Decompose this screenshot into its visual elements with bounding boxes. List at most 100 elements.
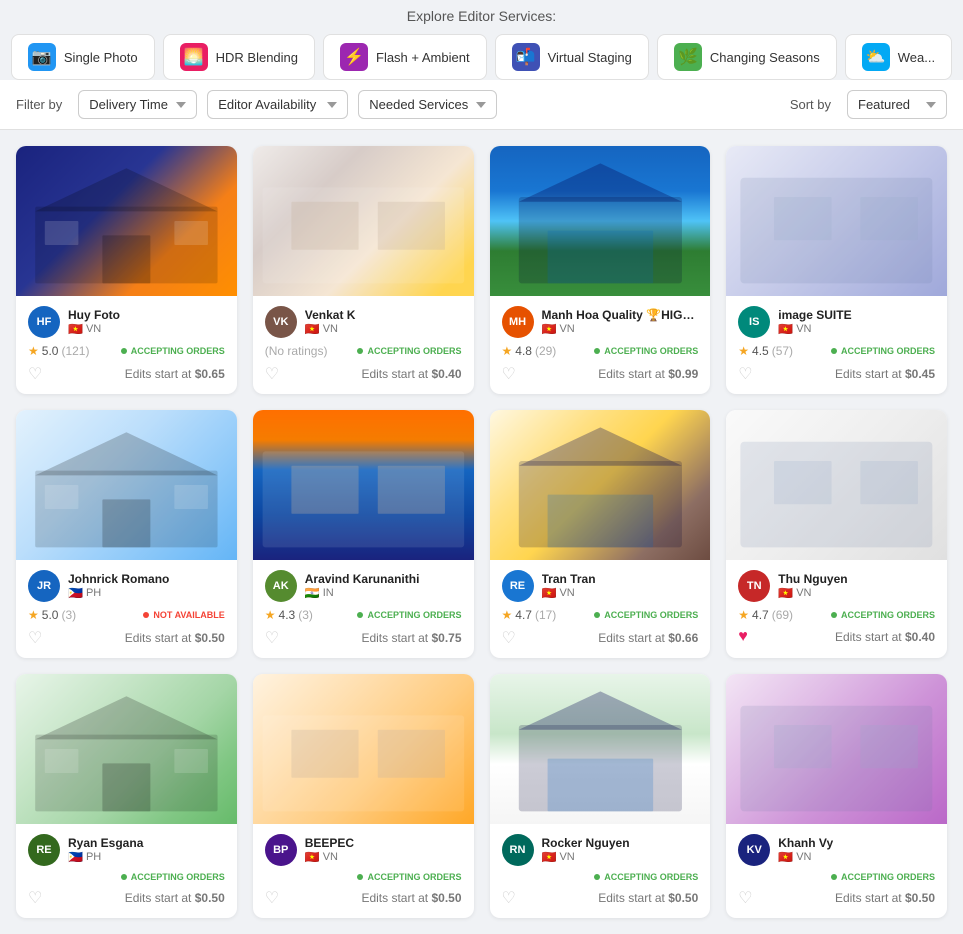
editor-availability-select[interactable]: Editor Availability Accepting Orders Not… <box>207 90 348 119</box>
like-button[interactable]: ♡ <box>265 364 279 384</box>
star-icon: ★ <box>28 608 39 622</box>
editor-country: 🇻🇳VN <box>305 850 462 864</box>
flag-icon: 🇻🇳 <box>778 850 793 864</box>
service-tab-hdr-blending[interactable]: 🌅HDR Blending <box>163 34 315 80</box>
like-button[interactable]: ♡ <box>28 628 42 648</box>
like-button[interactable]: ♡ <box>502 888 516 908</box>
editor-info-8: Thu Nguyen🇻🇳VN <box>778 572 935 600</box>
card-body-7: RETran Tran🇻🇳VN★4.7(17)ACCEPTING ORDERS♡… <box>490 560 711 658</box>
card-image-2 <box>253 146 474 296</box>
rating-value: 4.7 <box>515 608 532 622</box>
price-text: Edits start at $0.50 <box>125 891 225 905</box>
like-button[interactable]: ♡ <box>28 888 42 908</box>
star-icon: ★ <box>738 608 749 622</box>
star-icon: ★ <box>265 608 276 622</box>
price-amount: $0.40 <box>905 630 935 644</box>
like-button[interactable]: ♡ <box>265 628 279 648</box>
table-row[interactable]: BPBEEPEC🇻🇳VNACCEPTING ORDERS♡Edits start… <box>253 674 474 918</box>
like-button[interactable]: ♡ <box>502 628 516 648</box>
house-svg-9 <box>16 674 237 824</box>
table-row[interactable]: TNThu Nguyen🇻🇳VN★4.7(69)ACCEPTING ORDERS… <box>726 410 947 658</box>
like-button[interactable]: ♡ <box>28 364 42 384</box>
weather-icon: ⛅ <box>862 43 890 71</box>
table-row[interactable]: ISimage SUITE🇻🇳VN★4.5(57)ACCEPTING ORDER… <box>726 146 947 394</box>
house-svg-4 <box>726 146 947 296</box>
rating-value: 4.7 <box>752 608 769 622</box>
flag-icon: 🇻🇳 <box>305 322 320 336</box>
service-tab-virtual-staging[interactable]: 📬Virtual Staging <box>495 34 649 80</box>
house-svg-10 <box>253 674 474 824</box>
editor-info-9: Ryan Esgana🇵🇭PH <box>68 836 225 864</box>
rating-value: 4.3 <box>279 608 296 622</box>
table-row[interactable]: AKAravind Karunanithi🇮🇳IN★4.3(3)ACCEPTIN… <box>253 410 474 658</box>
weather-label: Wea... <box>898 50 935 65</box>
status-dot <box>831 612 837 618</box>
status-dot <box>357 348 363 354</box>
house-svg-7 <box>490 410 711 560</box>
review-count: (17) <box>535 608 556 622</box>
avatar: VK <box>265 306 297 338</box>
editor-row-8: TN Thu Nguyen🇻🇳VN <box>738 570 935 602</box>
needed-services-select[interactable]: Needed Services Single Photo HDR Blendin… <box>358 90 497 119</box>
like-button[interactable]: ♥ <box>738 628 748 646</box>
status-badge: ACCEPTING ORDERS <box>831 610 935 620</box>
editor-name: Khanh Vy <box>778 836 935 850</box>
status-badge: ACCEPTING ORDERS <box>357 610 461 620</box>
table-row[interactable]: RETran Tran🇻🇳VN★4.7(17)ACCEPTING ORDERS♡… <box>490 410 711 658</box>
editor-row-1: HFHuy Foto🇻🇳VN <box>28 306 225 338</box>
status-text: ACCEPTING ORDERS <box>367 346 461 356</box>
like-button[interactable]: ♡ <box>265 888 279 908</box>
editor-name: Venkat K <box>305 308 462 322</box>
price-amount: $0.66 <box>668 631 698 645</box>
table-row[interactable]: HFHuy Foto🇻🇳VN★5.0(121)ACCEPTING ORDERS♡… <box>16 146 237 394</box>
card-image-11 <box>490 674 711 824</box>
editor-name: Huy Foto <box>68 308 225 322</box>
review-count: (29) <box>535 344 556 358</box>
price-row-1: ♡Edits start at $0.65 <box>28 364 225 384</box>
price-text: Edits start at $0.40 <box>361 367 461 381</box>
avatar: TN <box>738 570 770 602</box>
delivery-time-select[interactable]: Delivery Time 24 Hours 48 Hours 3+ Days <box>78 90 197 119</box>
price-row-12: ♡Edits start at $0.50 <box>738 888 935 908</box>
table-row[interactable]: RERyan Esgana🇵🇭PHACCEPTING ORDERS♡Edits … <box>16 674 237 918</box>
avatar: BP <box>265 834 297 866</box>
table-row[interactable]: VKVenkat K🇻🇳VN(No ratings)ACCEPTING ORDE… <box>253 146 474 394</box>
service-tab-flash-ambient[interactable]: ⚡Flash + Ambient <box>323 34 487 80</box>
flag-icon: 🇻🇳 <box>68 322 83 336</box>
status-badge: ACCEPTING ORDERS <box>594 872 698 882</box>
like-button[interactable]: ♡ <box>738 364 752 384</box>
editor-info-6: Aravind Karunanithi🇮🇳IN <box>305 572 462 600</box>
editor-row-4: ISimage SUITE🇻🇳VN <box>738 306 935 338</box>
editor-name: Tran Tran <box>542 572 699 586</box>
house-svg-12 <box>726 674 947 824</box>
table-row[interactable]: MHManh Hoa Quality 🏆HIGH – END +🇻🇳VN★4.8… <box>490 146 711 394</box>
flag-icon: 🇻🇳 <box>542 322 557 336</box>
status-text: ACCEPTING ORDERS <box>367 610 461 620</box>
like-button[interactable]: ♡ <box>738 888 752 908</box>
status-badge: ACCEPTING ORDERS <box>121 872 225 882</box>
price-row-11: ♡Edits start at $0.50 <box>502 888 699 908</box>
editor-name: Rocker Nguyen <box>542 836 699 850</box>
table-row[interactable]: JRJohnrick Romano🇵🇭PH★5.0(3)NOT AVAILABL… <box>16 410 237 658</box>
service-tab-changing-seasons[interactable]: 🌿Changing Seasons <box>657 34 837 80</box>
card-meta-6: ★4.3(3)ACCEPTING ORDERS <box>265 608 462 622</box>
featured-select[interactable]: Featured Newest Top Rated Price Low Pric… <box>847 90 947 119</box>
card-body-12: KVKhanh Vy🇻🇳VNACCEPTING ORDERS♡Edits sta… <box>726 824 947 918</box>
status-badge: ACCEPTING ORDERS <box>594 346 698 356</box>
price-amount: $0.40 <box>431 367 461 381</box>
status-dot <box>121 348 127 354</box>
like-button[interactable]: ♡ <box>502 364 516 384</box>
flag-icon: 🇻🇳 <box>542 850 557 864</box>
card-meta-11: ACCEPTING ORDERS <box>502 872 699 882</box>
flag-icon: 🇻🇳 <box>778 586 793 600</box>
table-row[interactable]: RNRocker Nguyen🇻🇳VNACCEPTING ORDERS♡Edit… <box>490 674 711 918</box>
service-tab-weather[interactable]: ⛅ Wea... <box>845 34 952 80</box>
rating-value: 5.0 <box>42 344 59 358</box>
table-row[interactable]: KVKhanh Vy🇻🇳VNACCEPTING ORDERS♡Edits sta… <box>726 674 947 918</box>
editor-name: Manh Hoa Quality 🏆HIGH – END + <box>542 308 702 322</box>
flag-icon: 🇵🇭 <box>68 586 83 600</box>
rating: ★5.0(121) <box>28 344 89 358</box>
card-body-8: TNThu Nguyen🇻🇳VN★4.7(69)ACCEPTING ORDERS… <box>726 560 947 656</box>
status-text: NOT AVAILABLE <box>153 610 224 620</box>
service-tab-single-photo[interactable]: 📷Single Photo <box>11 34 155 80</box>
